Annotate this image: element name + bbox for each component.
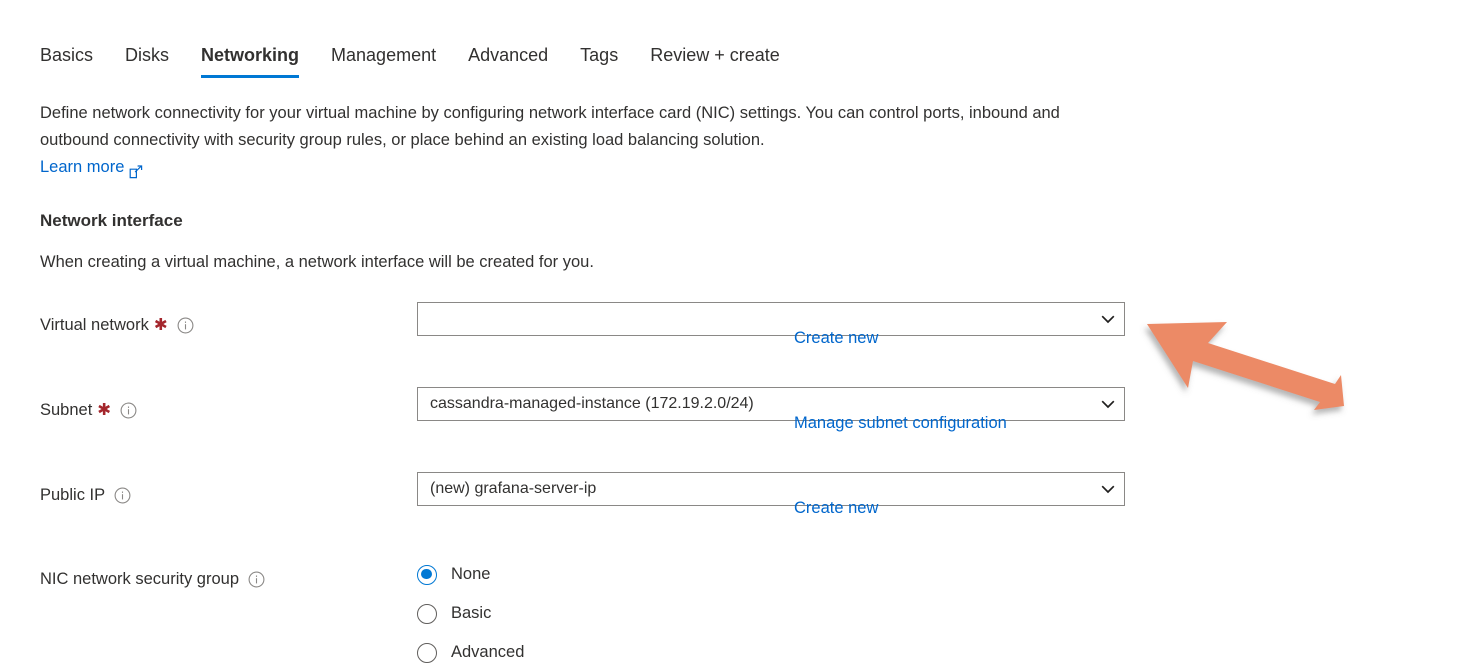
nic-nsg-option-basic[interactable]: Basic	[417, 594, 524, 633]
public-ip-create-new-link[interactable]: Create new	[794, 499, 878, 518]
nic-nsg-radio-group: None Basic Advanced	[417, 555, 524, 672]
info-icon[interactable]	[120, 402, 137, 419]
manage-subnet-configuration-link[interactable]: Manage subnet configuration	[794, 414, 1007, 433]
radio-icon	[417, 604, 437, 624]
tab-management[interactable]: Management	[315, 44, 452, 78]
tab-basics[interactable]: Basics	[40, 44, 109, 78]
virtual-network-label-group: Virtual network ✱	[40, 314, 194, 336]
section-subtitle: When creating a virtual machine, a netwo…	[40, 253, 594, 272]
learn-more-link[interactable]: Learn more	[40, 154, 143, 181]
subnet-label-group: Subnet ✱	[40, 399, 137, 421]
subnet-dropdown[interactable]: cassandra-managed-instance (172.19.2.0/2…	[417, 387, 1125, 421]
chevron-down-icon	[1100, 311, 1116, 327]
info-icon[interactable]	[248, 571, 265, 588]
subnet-label: Subnet	[40, 399, 92, 421]
public-ip-field: (new) grafana-server-ip Create new	[417, 472, 1125, 506]
public-ip-dropdown[interactable]: (new) grafana-server-ip	[417, 472, 1125, 506]
tab-label: Management	[331, 45, 436, 65]
tab-advanced[interactable]: Advanced	[452, 44, 564, 78]
tab-label: Review + create	[650, 45, 780, 65]
wizard-tabstrip: Basics Disks Networking Management Advan…	[40, 36, 796, 78]
info-icon[interactable]	[114, 487, 131, 504]
callout-arrow	[1130, 296, 1370, 436]
tab-label: Networking	[201, 45, 299, 65]
nic-nsg-label: NIC network security group	[40, 568, 239, 590]
public-ip-label-group: Public IP	[40, 484, 131, 506]
chevron-down-icon	[1100, 481, 1116, 497]
intro-text: Define network connectivity for your vir…	[40, 104, 1060, 149]
radio-label: Advanced	[451, 643, 524, 662]
virtual-network-dropdown[interactable]	[417, 302, 1125, 336]
nic-nsg-option-none[interactable]: None	[417, 555, 524, 594]
radio-icon	[417, 643, 437, 663]
learn-more-label: Learn more	[40, 154, 124, 181]
subnet-field: cassandra-managed-instance (172.19.2.0/2…	[417, 387, 1125, 421]
tab-disks[interactable]: Disks	[109, 44, 185, 78]
radio-label: None	[451, 565, 490, 584]
tab-review-create[interactable]: Review + create	[634, 44, 796, 78]
external-link-icon	[129, 161, 143, 175]
nic-nsg-label-group: NIC network security group	[40, 568, 265, 590]
tab-label: Disks	[125, 45, 169, 65]
virtual-network-label: Virtual network	[40, 314, 149, 336]
tab-networking[interactable]: Networking	[185, 44, 315, 78]
public-ip-value: (new) grafana-server-ip	[430, 480, 1100, 498]
radio-label: Basic	[451, 604, 491, 623]
chevron-down-icon	[1100, 396, 1116, 412]
required-asterisk: ✱	[97, 402, 111, 419]
public-ip-label: Public IP	[40, 484, 105, 506]
tab-label: Basics	[40, 45, 93, 65]
info-icon[interactable]	[177, 317, 194, 334]
tab-label: Tags	[580, 45, 618, 65]
subnet-value: cassandra-managed-instance (172.19.2.0/2…	[430, 395, 1100, 413]
virtual-network-field: Create new	[417, 302, 1125, 336]
tab-tags[interactable]: Tags	[564, 44, 634, 78]
radio-icon	[417, 565, 437, 585]
virtual-network-create-new-link[interactable]: Create new	[794, 329, 878, 348]
required-asterisk: ✱	[154, 317, 168, 334]
section-title: Network interface	[40, 211, 183, 231]
nic-nsg-option-advanced[interactable]: Advanced	[417, 633, 524, 672]
intro-description: Define network connectivity for your vir…	[40, 100, 1100, 181]
tab-label: Advanced	[468, 45, 548, 65]
